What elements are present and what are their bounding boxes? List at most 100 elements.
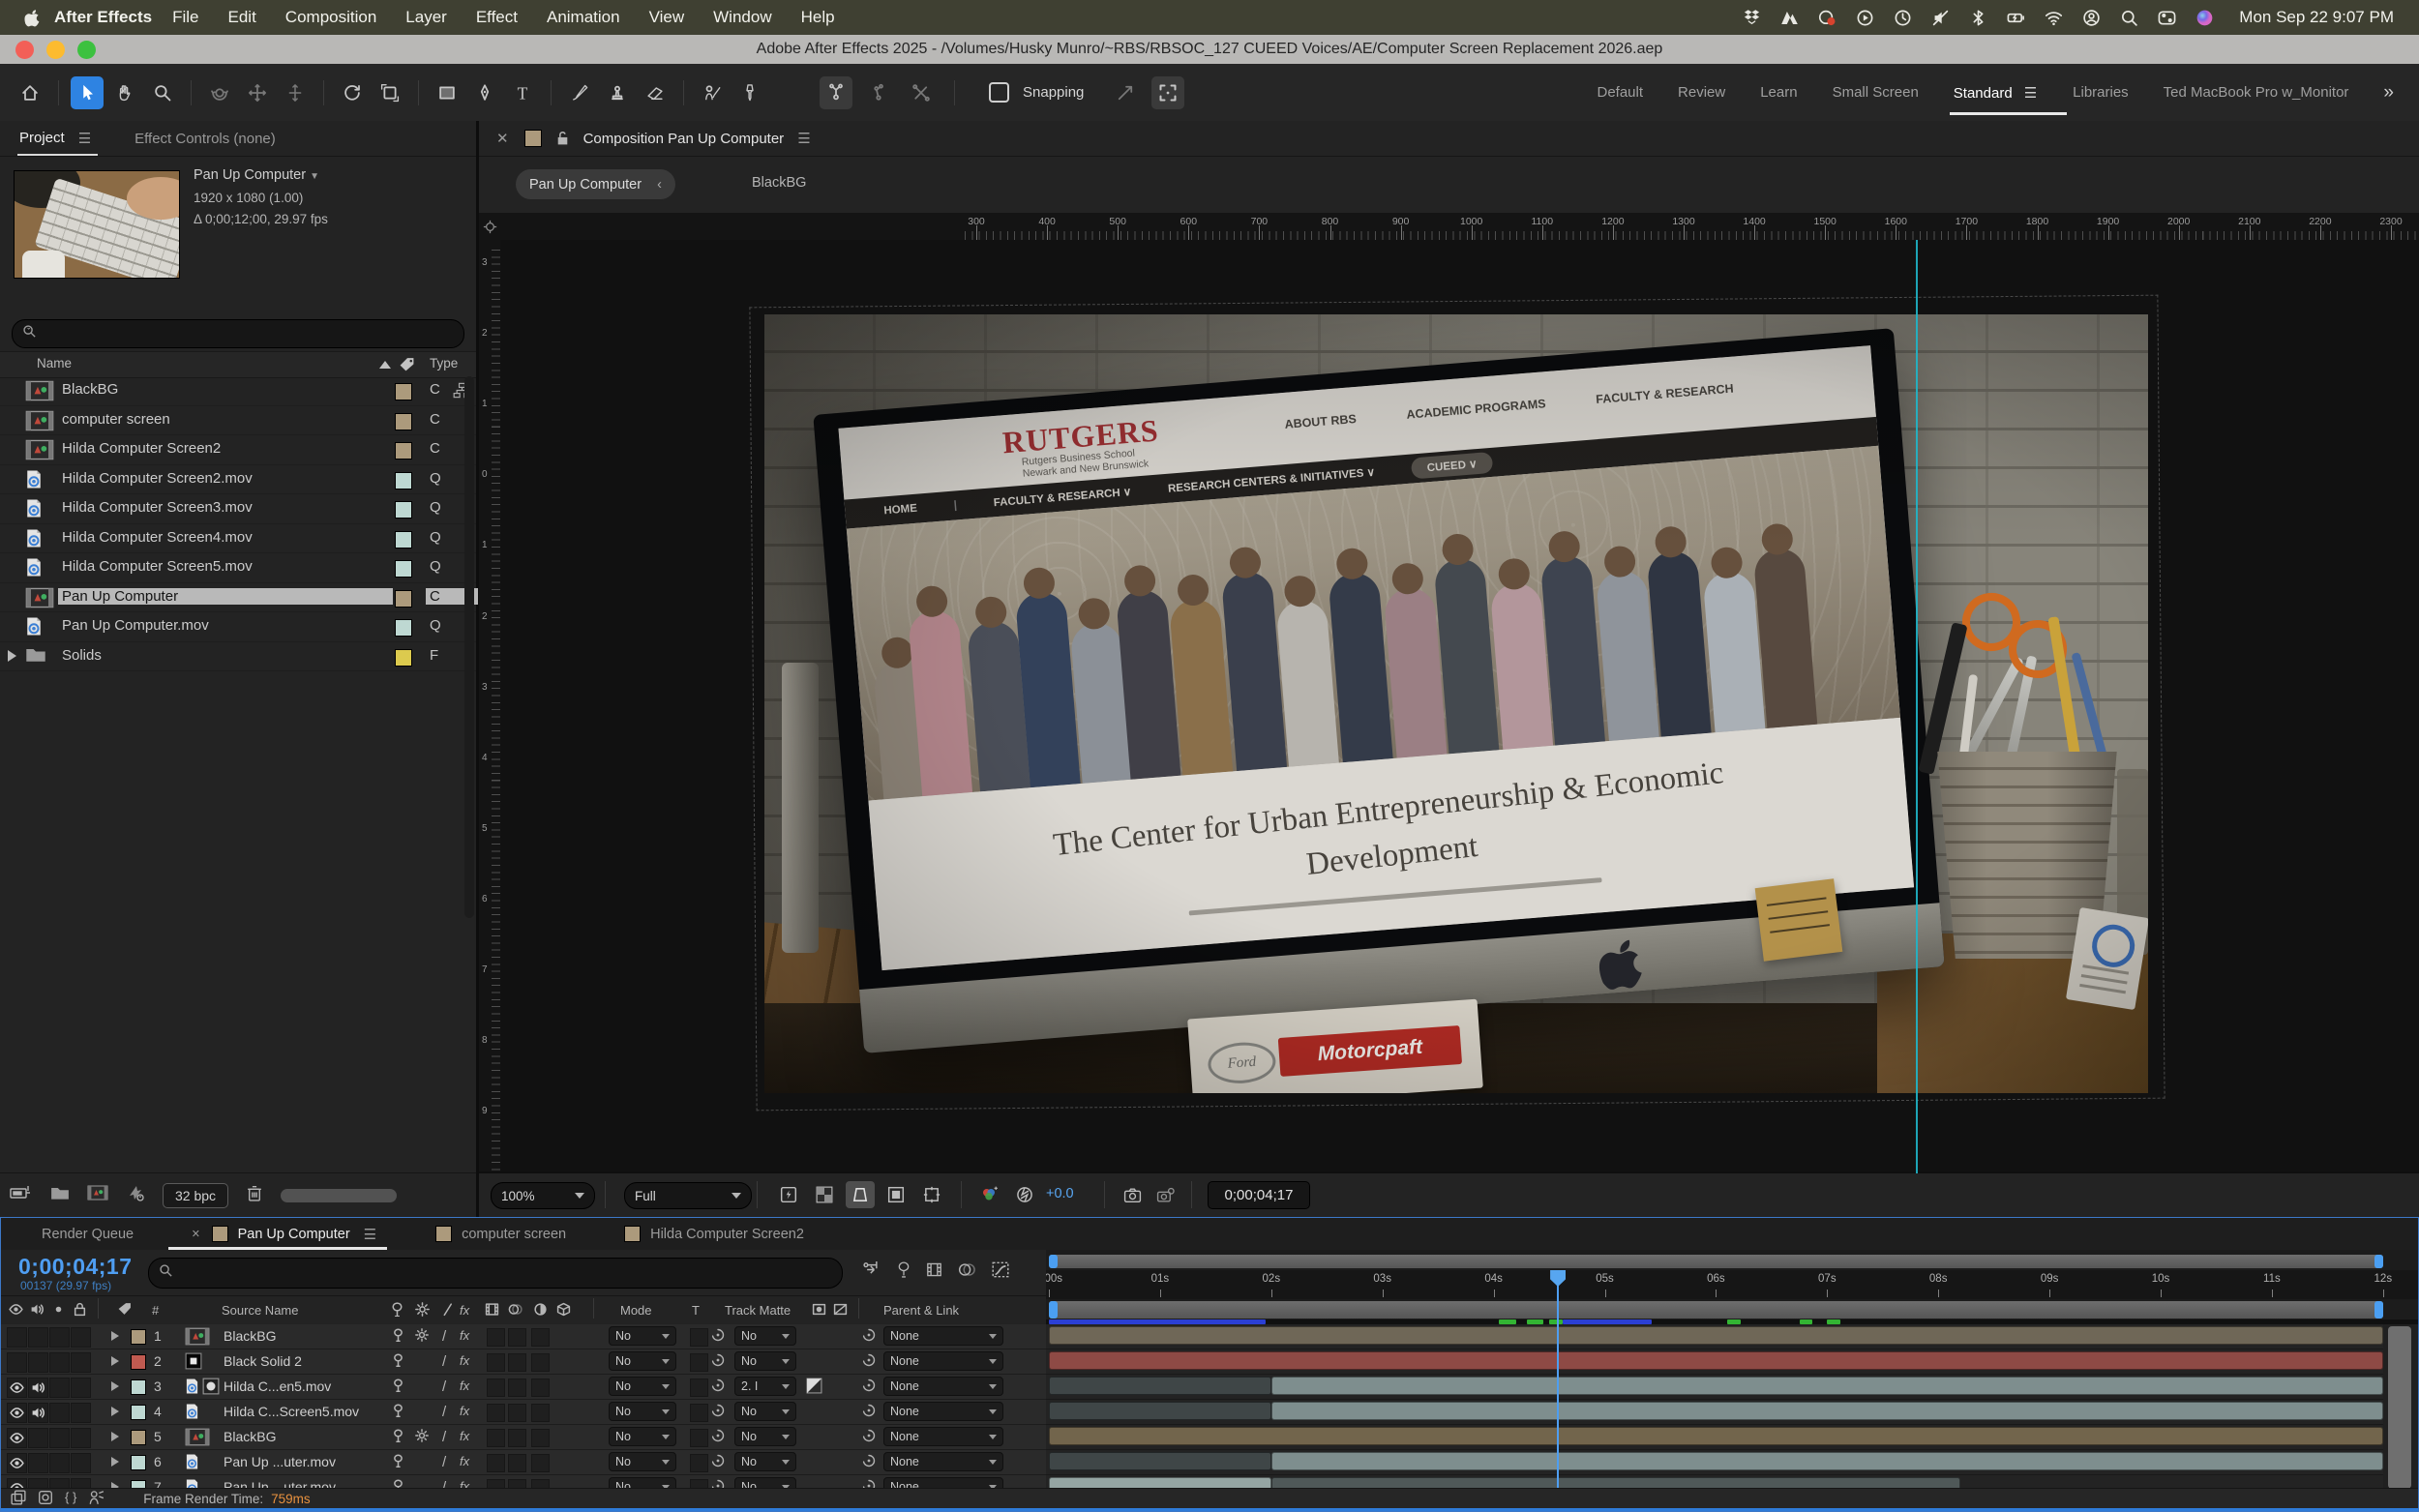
layer-lane[interactable] (1046, 1400, 2418, 1425)
video-toggle[interactable] (7, 1403, 27, 1423)
parent-link-dropdown[interactable]: None (883, 1351, 1003, 1371)
project-item-row[interactable]: Hilda Computer Screen3.mov Q (0, 494, 476, 524)
quality-switch[interactable]: / (442, 1328, 446, 1345)
project-item-name[interactable]: Pan Up Computer.mov (58, 617, 393, 634)
mode-dropdown[interactable]: No (609, 1402, 676, 1421)
work-area-bar[interactable] (1049, 1301, 2383, 1319)
close-tab-icon[interactable]: × (192, 1227, 199, 1242)
timeline-layer-row[interactable]: 3 Hilda C...en5.mov / fx No 2. I None (1, 1375, 1046, 1400)
horizontal-ruler[interactable]: 300 400 500 600 700 800 900 1000 1100 1200 1300 140… (500, 213, 2419, 241)
workspace-standard[interactable]: Standard ☰ (1949, 76, 2068, 115)
project-search-input[interactable] (12, 319, 464, 348)
project-bit-depth[interactable]: 32 bpc (163, 1182, 229, 1208)
solo-toggle[interactable] (49, 1352, 70, 1373)
orbit-tool-icon[interactable] (203, 76, 236, 109)
preview-comp-name[interactable]: Pan Up Computer (194, 167, 306, 183)
comp-timecode[interactable]: 0;00;04;17 (1208, 1181, 1310, 1209)
fx-switch[interactable]: fx (460, 1429, 469, 1443)
menu-animation[interactable]: Animation (532, 8, 635, 27)
layer-lane[interactable] (1046, 1375, 2418, 1400)
project-item-name[interactable]: Solids (58, 647, 393, 664)
layer-duration-bar[interactable] (1049, 1402, 1271, 1420)
layer-duration-bar[interactable] (1049, 1427, 2383, 1445)
frame-blending-icon[interactable] (926, 1261, 942, 1283)
dolly-tool-icon[interactable] (279, 76, 312, 109)
project-item-name[interactable]: Hilda Computer Screen3.mov (58, 499, 393, 516)
quality-switch[interactable]: / (442, 1379, 446, 1395)
collapse-column-icon[interactable] (415, 1302, 430, 1319)
layer-name[interactable]: Hilda C...Screen5.mov (224, 1404, 390, 1419)
delete-icon[interactable] (246, 1184, 263, 1207)
comp-label-chip[interactable] (523, 130, 542, 147)
resolution-dropdown[interactable]: Full (624, 1182, 752, 1209)
video-column-icon[interactable] (9, 1302, 23, 1319)
layer-label-chip[interactable] (131, 1430, 146, 1445)
type-tool-icon[interactable]: T (506, 76, 539, 109)
timeline-tab-render-queue[interactable]: Render Queue (42, 1227, 134, 1242)
project-item-row[interactable]: BlackBG C (0, 376, 476, 406)
parent-pickwhip-icon[interactable] (862, 1454, 876, 1470)
label-color-chip[interactable] (395, 648, 412, 667)
wifi-icon[interactable] (2045, 9, 2063, 27)
layer-expander-icon[interactable] (111, 1381, 124, 1391)
layer-label-chip[interactable] (131, 1405, 146, 1420)
project-item-name[interactable]: Hilda Computer Screen2.mov (58, 470, 393, 487)
t-toggle[interactable] (690, 1379, 708, 1397)
mode-column[interactable]: Mode (620, 1303, 652, 1318)
shy-icon[interactable] (897, 1261, 911, 1283)
breadcrumb-current[interactable]: Pan Up Computer ‹ (516, 169, 675, 199)
time-ruler[interactable]: 0:00s 01s 02s 03s 04s 05s 06s 07s 08s 09s 10s 11s 12… (1046, 1270, 2418, 1299)
video-toggle[interactable] (7, 1327, 27, 1348)
project-item-row[interactable]: Hilda Computer Screen4.mov Q (0, 524, 476, 553)
parent-link-dropdown[interactable]: None (883, 1452, 1003, 1471)
matte-pickwhip-icon[interactable] (711, 1379, 725, 1395)
fx-column-icon[interactable]: fx (460, 1303, 469, 1318)
parent-link-dropdown[interactable]: None (883, 1377, 1003, 1396)
work-area-start-handle[interactable] (1049, 1255, 1058, 1268)
layer-lane[interactable] (1046, 1349, 2418, 1375)
pan-tool-icon[interactable] (241, 76, 274, 109)
label-column-icon[interactable] (399, 357, 415, 374)
t-toggle[interactable] (690, 1404, 708, 1422)
audio-column-icon[interactable] (30, 1302, 45, 1319)
comp-tab-title[interactable]: Composition Pan Up Computer (583, 131, 785, 147)
playhead-line[interactable] (1557, 1270, 1560, 1494)
motion-blur-icon[interactable] (958, 1261, 976, 1283)
project-item-name[interactable]: Hilda Computer Screen2 (58, 440, 393, 457)
quality-column-icon[interactable] (440, 1302, 455, 1319)
workspace-small-screen[interactable]: Small Screen (1833, 76, 1919, 108)
render-engine-icon[interactable] (126, 1184, 145, 1206)
menu-edit[interactable]: Edit (214, 8, 271, 27)
solo-toggle[interactable] (49, 1453, 70, 1473)
layer-lane[interactable] (1046, 1324, 2418, 1349)
label-color-chip[interactable] (395, 619, 412, 637)
timeline-vertical-scrollbar[interactable] (2383, 1324, 2418, 1494)
ruler-origin-icon[interactable] (479, 213, 500, 240)
shy-switch[interactable] (392, 1328, 404, 1346)
track-matte-dropdown[interactable]: No (734, 1351, 796, 1371)
view-axis-icon[interactable] (905, 76, 938, 109)
bluetooth-icon[interactable] (1969, 9, 1987, 27)
graph-editor-icon[interactable] (992, 1261, 1009, 1283)
frame-blend-column-icon[interactable] (485, 1302, 499, 1319)
label-color-chip[interactable] (395, 530, 412, 548)
parent-pickwhip-icon[interactable] (862, 1404, 876, 1420)
control-center-icon[interactable] (2158, 9, 2176, 27)
track-matte-dropdown[interactable]: No (734, 1427, 796, 1446)
brush-tool-icon[interactable] (563, 76, 596, 109)
label-color-chip[interactable] (395, 589, 412, 608)
t-toggle[interactable] (690, 1353, 708, 1372)
menu-view[interactable]: View (635, 8, 700, 27)
breadcrumb-parent[interactable]: BlackBG (752, 175, 806, 191)
video-toggle[interactable] (7, 1378, 27, 1398)
layer-expander-icon[interactable] (111, 1407, 124, 1416)
fast-previews-icon[interactable] (774, 1181, 803, 1208)
layer-name[interactable]: BlackBG (224, 1429, 390, 1444)
sort-ascending-icon[interactable] (379, 361, 391, 369)
parent-link-dropdown[interactable]: None (883, 1402, 1003, 1421)
composition-mini-flowchart-icon[interactable] (862, 1261, 881, 1283)
audio-toggle[interactable] (28, 1453, 48, 1473)
video-toggle[interactable] (7, 1453, 27, 1473)
project-item-row[interactable]: Solids F (0, 642, 476, 671)
layer-label-chip[interactable] (131, 1379, 146, 1395)
